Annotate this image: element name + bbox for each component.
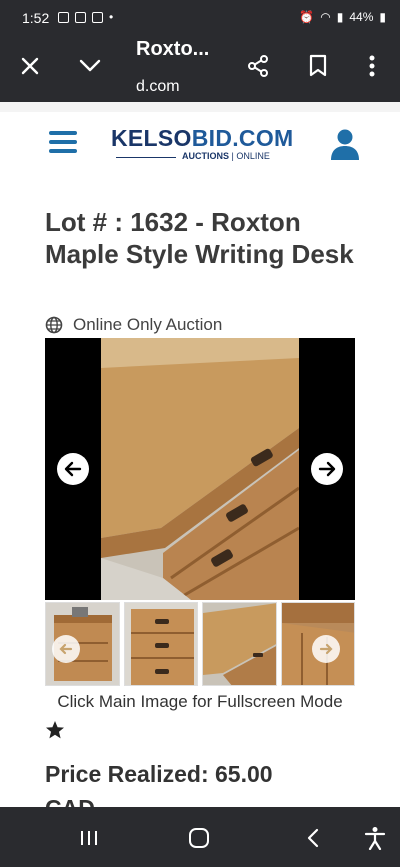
- logo-text-b: BID.COM: [191, 125, 294, 151]
- thumbnail-image: [124, 603, 198, 685]
- logo-tagline: AUCTIONS | ONLINE: [182, 151, 270, 161]
- more-options-button[interactable]: [356, 50, 388, 82]
- system-icons: ⏰ ◠ ▮ 44% ▮: [299, 10, 386, 24]
- calendar-notification-icon: [75, 11, 86, 23]
- home-icon: [189, 828, 209, 848]
- status-time: 1:52: [22, 10, 50, 26]
- thumbnail[interactable]: [202, 602, 277, 686]
- thumb-prev-button[interactable]: [52, 635, 80, 663]
- price-realized: Price Realized: 65.00: [45, 761, 273, 787]
- hamburger-icon: [49, 131, 77, 135]
- thumbnail[interactable]: [280, 602, 355, 686]
- back-button[interactable]: [298, 823, 328, 853]
- star-icon: [46, 721, 64, 739]
- main-image[interactable]: [45, 338, 355, 600]
- auction-type: Online Only Auction: [45, 315, 222, 335]
- watchlist-button[interactable]: [45, 720, 65, 740]
- thumb-next-button[interactable]: [311, 635, 340, 663]
- close-icon: [21, 57, 39, 75]
- account-button[interactable]: [330, 128, 360, 160]
- close-tab-button[interactable]: [14, 50, 46, 82]
- bookmark-icon: [309, 54, 327, 77]
- image-notification-icon: [58, 11, 69, 23]
- collapse-button[interactable]: [74, 50, 106, 82]
- arrow-right-icon: [319, 643, 333, 655]
- bookmark-button[interactable]: [302, 50, 334, 82]
- arrow-left-icon: [59, 643, 73, 655]
- signal-icon: ▮: [336, 10, 344, 24]
- accessibility-icon: [364, 827, 386, 850]
- notification-icons: •: [58, 10, 113, 24]
- status-bar: 1:52 • ⏰ ◠ ▮ 44% ▮: [0, 0, 400, 36]
- menu-button[interactable]: [49, 131, 77, 155]
- auction-type-label: Online Only Auction: [73, 315, 223, 334]
- thumbnail-image: [203, 603, 276, 685]
- battery-level: 44%: [349, 10, 374, 24]
- logo-tagline-b: | ONLINE: [229, 151, 270, 161]
- browser-toolbar: Roxto... d.com: [0, 36, 400, 102]
- logo-tagline-a: AUCTIONS: [182, 151, 229, 161]
- alarm-icon: ⏰: [299, 10, 315, 24]
- site-logo[interactable]: KELSOBID.COM: [111, 125, 294, 152]
- back-icon: [307, 828, 319, 848]
- recent-apps-button[interactable]: [74, 823, 104, 853]
- thumbnail[interactable]: [45, 602, 120, 686]
- lot-title: Lot # : 1632 - Roxton Maple Style Writin…: [45, 207, 354, 269]
- fullscreen-hint: Click Main Image for Fullscreen Mode: [57, 692, 343, 711]
- url-domain: d.com: [136, 78, 180, 95]
- chevron-down-icon: [79, 59, 101, 72]
- globe-icon: [45, 316, 63, 334]
- recents-icon: [81, 831, 97, 845]
- mail-notification-icon: [92, 11, 103, 23]
- thumbnail[interactable]: [123, 602, 198, 686]
- page-title: Roxto...: [136, 38, 210, 60]
- dot-icon: •: [109, 10, 114, 24]
- desk-illustration: [101, 338, 299, 600]
- thumbnail-strip: [45, 602, 355, 688]
- share-button[interactable]: [242, 50, 274, 82]
- battery-icon: ▮: [379, 10, 386, 24]
- user-icon: [331, 129, 359, 160]
- accessibility-button[interactable]: [360, 823, 390, 853]
- more-vertical-icon: [369, 55, 375, 77]
- share-icon: [248, 55, 268, 77]
- desk-photo: [101, 338, 299, 600]
- prev-image-button[interactable]: [57, 453, 89, 485]
- wifi-icon: ◠: [320, 10, 331, 24]
- arrow-right-icon: [318, 461, 336, 477]
- system-nav-bar: [0, 807, 400, 867]
- home-button[interactable]: [184, 823, 214, 853]
- url-text[interactable]: d.com: [136, 78, 180, 96]
- arrow-left-icon: [64, 461, 82, 477]
- header-shadow: [0, 102, 400, 112]
- logo-rule: [116, 157, 176, 158]
- next-image-button[interactable]: [311, 453, 343, 485]
- logo-text-a: KELSO: [111, 125, 192, 151]
